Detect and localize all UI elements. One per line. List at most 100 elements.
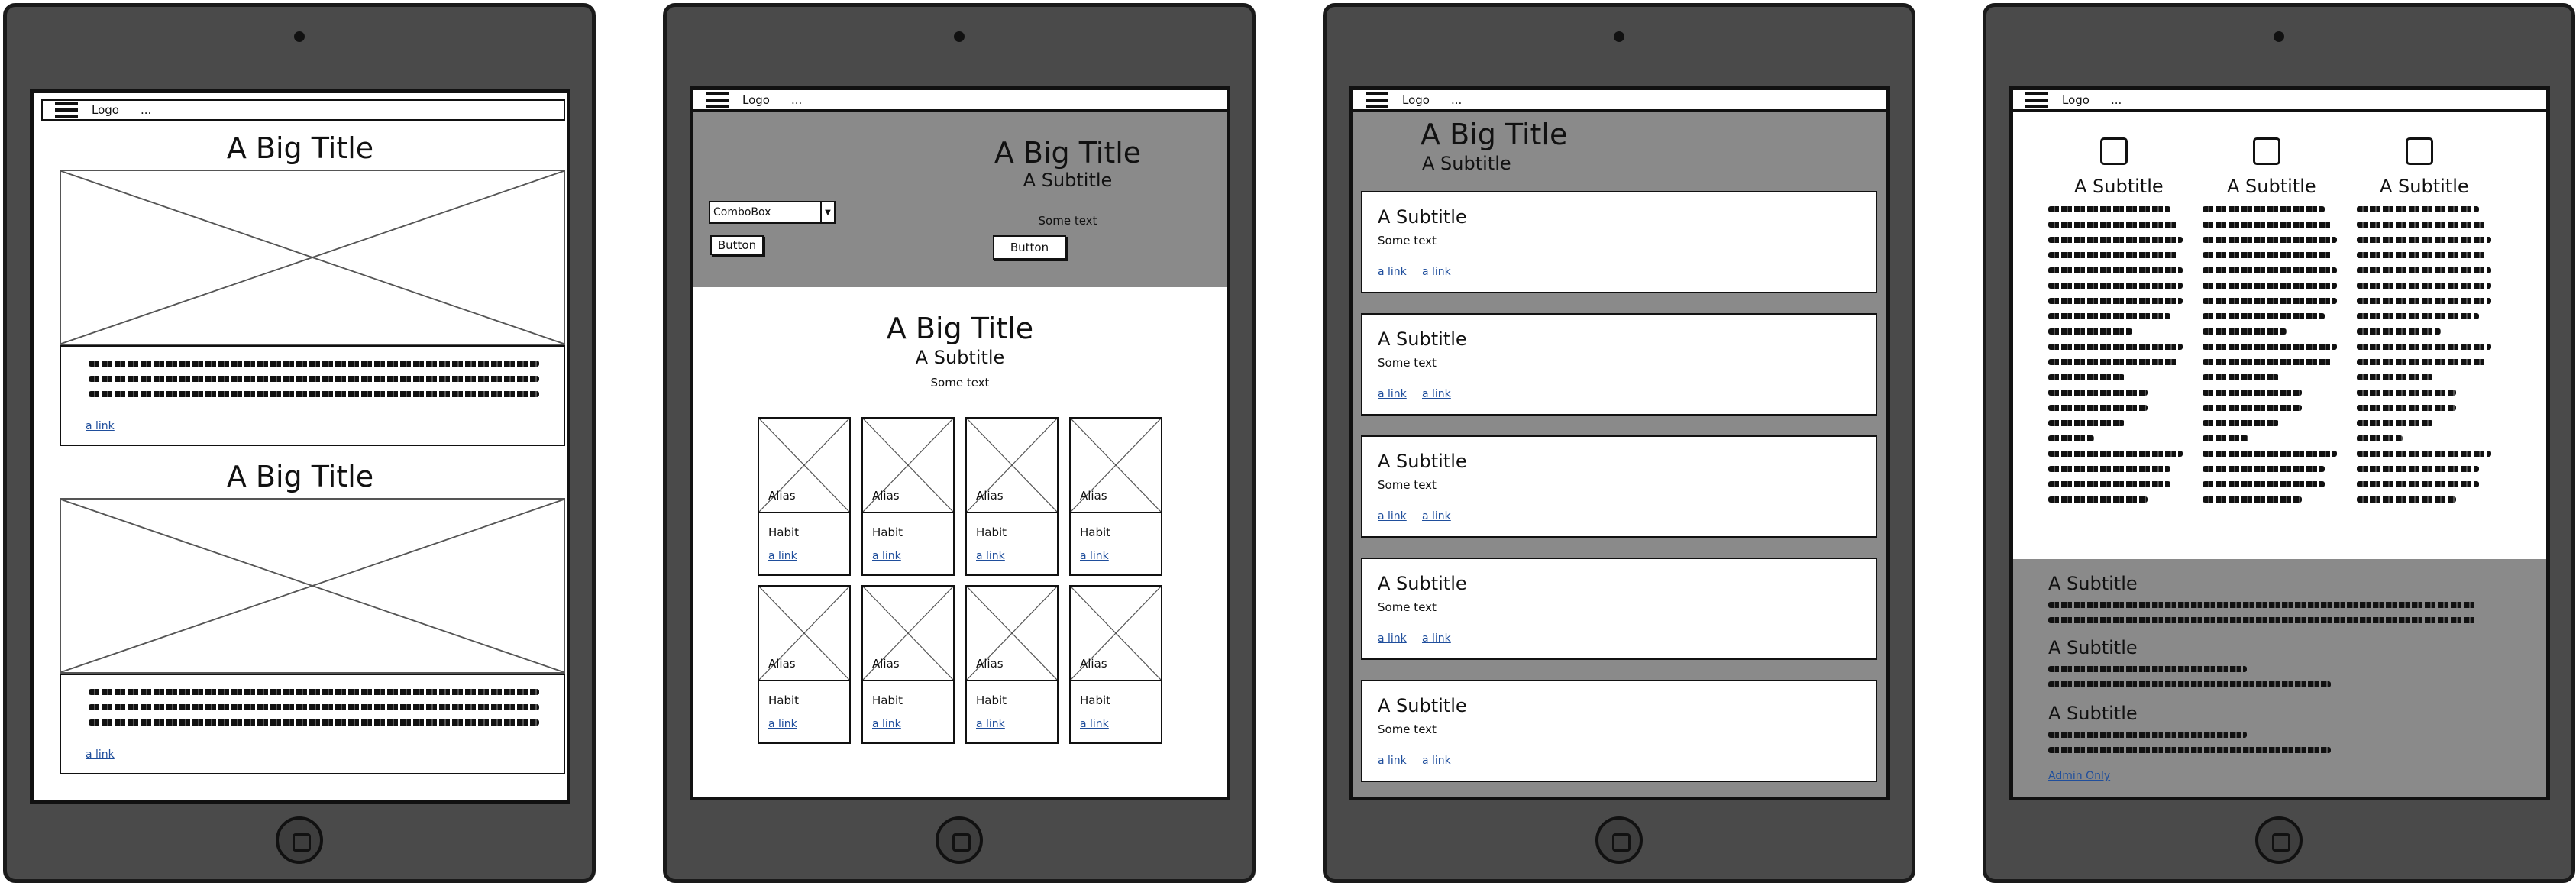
card-habit: Habit [872,694,903,707]
camera-icon [1614,31,1624,42]
text-line [2203,283,2337,289]
tablet-frame-3: Logo ... A Big Title A Subtitle A Subtit… [1323,3,1915,883]
text-line [2048,747,2331,753]
hero-button[interactable]: Button [993,235,1066,260]
text-line [2203,206,2325,212]
page-title: A Big Title [1421,118,1568,151]
combobox[interactable]: ComboBox ▼ [709,201,836,224]
text-line [89,361,539,367]
hamburger-icon[interactable] [1366,92,1388,108]
nav-more[interactable]: ... [791,93,802,107]
nav-more[interactable]: ... [141,103,151,117]
card-link[interactable]: a link [976,718,1005,730]
text-line [2048,237,2183,243]
section-title: A Big Title [886,312,1034,345]
text-line [2048,298,2183,304]
grid-card[interactable]: Alias Habit a link [758,585,851,744]
card-habit: Habit [768,694,800,707]
footer-subtitle: A Subtitle [2048,637,2138,658]
nav-more[interactable]: ... [1451,93,1462,107]
logo[interactable]: Logo [2062,93,2090,107]
admin-link[interactable]: Admin Only [2048,770,2110,782]
list-item[interactable]: A Subtitle Some text a link a link [1361,435,1877,538]
text-line [2357,374,2433,380]
text-line [2048,602,2476,608]
text-line [2048,344,2183,350]
card-link[interactable]: a link [1080,718,1109,730]
grid-card[interactable]: Alias Habit a link [1069,585,1162,744]
camera-icon [294,31,305,42]
article-link[interactable]: a link [86,420,115,432]
list-item[interactable]: A Subtitle Some text a link a link [1361,558,1877,660]
grid-card[interactable]: Alias Habit a link [758,417,851,576]
item-link-2[interactable]: a link [1422,755,1451,767]
text-line [2048,617,2476,623]
grid-card[interactable]: Alias Habit a link [965,417,1059,576]
checkbox-icon[interactable] [2253,137,2280,165]
tablet-frame-2: Logo ... A Big Title A Subtitle ComboBox… [663,3,1256,883]
text-line [2048,681,2331,687]
hamburger-icon[interactable] [55,102,78,118]
nav-more[interactable]: ... [2111,93,2122,107]
card-link[interactable]: a link [768,550,797,562]
home-button-icon[interactable] [276,816,323,864]
text-line [2203,252,2332,258]
home-button-icon[interactable] [1595,816,1643,864]
hamburger-icon[interactable] [2025,92,2048,108]
item-link-2[interactable]: a link [1422,632,1451,645]
hamburger-icon[interactable] [706,92,729,108]
item-link-2[interactable]: a link [1422,266,1451,278]
item-link-2[interactable]: a link [1422,510,1451,522]
text-line [2203,435,2248,441]
text-line [2203,390,2302,396]
article-body: a link [60,345,565,446]
list-item[interactable]: A Subtitle Some text a link a link [1361,191,1877,293]
text-line [2048,374,2125,380]
item-link-2[interactable]: a link [1422,388,1451,400]
item-subtitle: A Subtitle [1378,573,1467,594]
text-line [2203,481,2325,487]
tablet-frame-1: Logo ... A Big Title a link A Big Title … [3,3,596,883]
item-link-1[interactable]: a link [1378,266,1407,278]
text-line [2357,496,2456,503]
text-line [2048,496,2148,503]
text-line [2203,267,2337,273]
grid-card[interactable]: Alias Habit a link [861,585,955,744]
grid-card[interactable]: Alias Habit a link [1069,417,1162,576]
item-link-1[interactable]: a link [1378,755,1407,767]
text-line [2048,359,2178,365]
feature-subtitle: A Subtitle [2074,176,2164,197]
left-button[interactable]: Button [710,235,764,255]
navbar: Logo ... [693,90,1227,112]
text-line [89,689,539,695]
home-button-icon[interactable] [936,816,983,864]
item-link-1[interactable]: a link [1378,388,1407,400]
chevron-down-icon[interactable]: ▼ [820,202,834,222]
feature-subtitle: A Subtitle [2227,176,2316,197]
list-item[interactable]: A Subtitle Some text a link a link [1361,680,1877,782]
card-link[interactable]: a link [872,550,901,562]
text-line [2203,466,2325,472]
grid-card[interactable]: Alias Habit a link [965,585,1059,744]
logo[interactable]: Logo [742,93,770,107]
navbar: Logo ... [1353,90,1886,112]
card-link[interactable]: a link [872,718,901,730]
grid-card[interactable]: Alias Habit a link [861,417,955,576]
checkbox-icon[interactable] [2100,137,2128,165]
card-link[interactable]: a link [1080,550,1109,562]
section-subtitle: A Subtitle [915,347,1005,368]
item-link-1[interactable]: a link [1378,510,1407,522]
checkbox-icon[interactable] [2406,137,2433,165]
card-link[interactable]: a link [768,718,797,730]
card-link[interactable]: a link [976,550,1005,562]
logo[interactable]: Logo [1402,93,1430,107]
card-habit: Habit [976,525,1007,539]
item-link-1[interactable]: a link [1378,632,1407,645]
text-line [2048,328,2132,335]
home-button-icon[interactable] [2255,816,2303,864]
text-line [2203,374,2279,380]
article-link[interactable]: a link [86,749,115,761]
logo[interactable]: Logo [92,103,119,117]
text-line [2048,222,2178,228]
list-item[interactable]: A Subtitle Some text a link a link [1361,313,1877,416]
